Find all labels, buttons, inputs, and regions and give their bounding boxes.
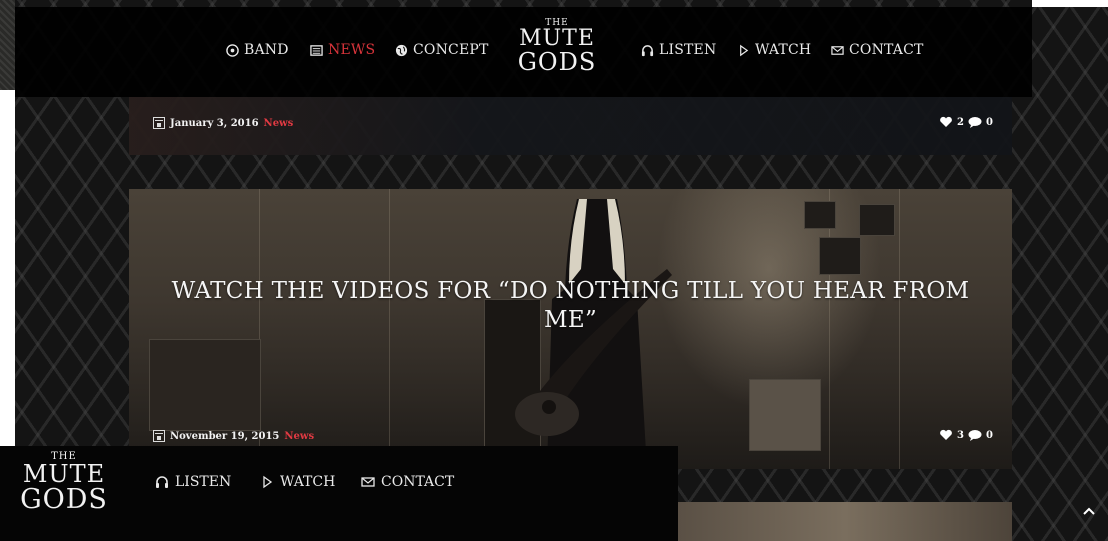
next-post-image[interactable]: [678, 502, 1012, 541]
nav-item-label: CONTACT: [849, 42, 924, 58]
comment-count: 0: [985, 116, 993, 128]
chevron-up-icon: [1083, 507, 1095, 515]
post-date: November 19, 2015: [170, 430, 280, 442]
nav-item-band[interactable]: BAND: [226, 40, 289, 60]
equipment: [149, 339, 261, 431]
headphones-icon: [641, 44, 654, 56]
site-logo[interactable]: THE MUTE GODS: [12, 452, 116, 515]
nav-item-label: BAND: [244, 42, 289, 58]
news-icon: [310, 44, 323, 56]
post-footer: January 3, 2016 News 2 0: [129, 97, 1012, 155]
nav-item-label: LISTEN: [175, 474, 232, 490]
back-to-top-button[interactable]: [1078, 500, 1100, 522]
speaker-cabinet: [859, 204, 895, 236]
sticky-nav-item-contact[interactable]: CONTACT: [361, 474, 454, 490]
post-category-link[interactable]: News: [284, 431, 314, 442]
nav-item-label: WATCH: [280, 474, 336, 490]
nav-item-listen[interactable]: LISTEN: [641, 40, 716, 60]
site-logo[interactable]: THE MUTE GODS: [507, 19, 607, 76]
post-stats: 2 0: [939, 116, 993, 128]
nav-item-label: CONTACT: [381, 474, 455, 490]
speaker-cabinet: [804, 201, 836, 229]
page: BAND NEWS CONCEPT THE MUTE GODS LISTEN W…: [0, 0, 1108, 541]
comment-icon[interactable]: [968, 429, 982, 441]
post-category-link[interactable]: News: [264, 118, 294, 129]
heart-icon[interactable]: [939, 116, 953, 128]
play-icon: [263, 475, 273, 489]
sticky-nav-item-listen[interactable]: LISTEN: [155, 474, 231, 490]
post-stats: 3 0: [939, 429, 993, 441]
nav-item-news[interactable]: NEWS: [310, 40, 375, 60]
nav-item-label: WATCH: [755, 42, 812, 58]
headphones-icon: [156, 476, 168, 488]
calendar-icon: [153, 117, 165, 129]
play-icon: [740, 44, 749, 56]
post-meta: November 19, 2015 News: [153, 430, 314, 442]
sticky-nav-item-watch[interactable]: WATCH: [260, 474, 335, 490]
calendar-icon: [153, 430, 165, 442]
nav-item-label: NEWS: [328, 42, 376, 58]
logo-gods: GODS: [20, 484, 108, 515]
nav-item-concept[interactable]: CONCEPT: [395, 40, 489, 60]
comment-count: 0: [985, 429, 993, 441]
white-margin: [1032, 0, 1108, 7]
globe-icon: [395, 44, 408, 56]
top-navbar: BAND NEWS CONCEPT THE MUTE GODS LISTEN W…: [15, 7, 1032, 97]
sticky-navbar: THE MUTE GODS LISTEN WATCH CONTACT: [0, 446, 678, 541]
post-card[interactable]: WATCH THE VIDEOS FOR “DO NOTHING TILL YO…: [129, 189, 1012, 469]
comment-icon[interactable]: [968, 116, 982, 128]
mail-icon: [361, 477, 375, 487]
nav-item-label: CONCEPT: [413, 42, 489, 58]
like-count: 2: [957, 116, 964, 128]
post-title[interactable]: WATCH THE VIDEOS FOR “DO NOTHING TILL YO…: [169, 277, 972, 335]
nav-item-contact[interactable]: CONTACT: [831, 40, 924, 60]
nav-item-watch[interactable]: WATCH: [737, 40, 811, 60]
band-icon: [226, 43, 239, 57]
logo-mute: MUTE: [519, 26, 595, 51]
heart-icon[interactable]: [939, 429, 953, 441]
speaker-cabinet: [819, 237, 861, 275]
logo-mute: MUTE: [22, 460, 106, 488]
mail-icon: [831, 45, 844, 55]
logo-gods: GODS: [517, 48, 597, 76]
post-date: January 3, 2016: [170, 117, 259, 129]
like-count: 3: [957, 429, 964, 441]
post-meta: January 3, 2016 News: [153, 117, 293, 129]
equipment: [749, 379, 821, 451]
nav-item-label: LISTEN: [659, 42, 717, 58]
